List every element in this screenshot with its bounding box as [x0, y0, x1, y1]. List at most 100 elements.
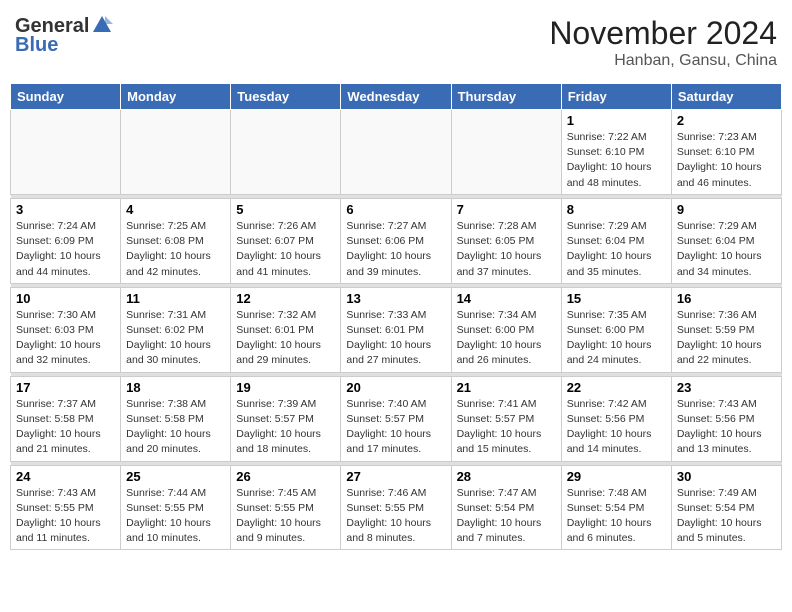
day-number: 19: [236, 380, 335, 395]
calendar-table: SundayMondayTuesdayWednesdayThursdayFrid…: [10, 83, 782, 550]
day-cell-4: 4Sunrise: 7:25 AM Sunset: 6:08 PM Daylig…: [121, 198, 231, 283]
day-cell-11: 11Sunrise: 7:31 AM Sunset: 6:02 PM Dayli…: [121, 287, 231, 372]
day-number: 28: [457, 469, 556, 484]
day-number: 13: [346, 291, 445, 306]
day-number: 1: [567, 113, 666, 128]
empty-cell: [121, 110, 231, 195]
day-number: 6: [346, 202, 445, 217]
logo-icon: [91, 14, 113, 36]
day-cell-12: 12Sunrise: 7:32 AM Sunset: 6:01 PM Dayli…: [231, 287, 341, 372]
day-info: Sunrise: 7:44 AM Sunset: 5:55 PM Dayligh…: [126, 486, 225, 547]
day-info: Sunrise: 7:28 AM Sunset: 6:05 PM Dayligh…: [457, 219, 556, 280]
day-info: Sunrise: 7:40 AM Sunset: 5:57 PM Dayligh…: [346, 397, 445, 458]
week-row-2: 3 Sunrise: 7:24 AM Sunset: 6:09 PM Daylig…: [11, 198, 782, 283]
day-info: Sunrise: 7:49 AM Sunset: 5:54 PM Dayligh…: [677, 486, 776, 547]
day-info: Sunrise: 7:22 AM Sunset: 6:10 PM Dayligh…: [567, 130, 666, 191]
day-number: 21: [457, 380, 556, 395]
day-info: Sunrise: 7:39 AM Sunset: 5:57 PM Dayligh…: [236, 397, 335, 458]
weekday-header-tuesday: Tuesday: [231, 84, 341, 110]
day-number: 22: [567, 380, 666, 395]
day-info: Sunrise: 7:43 AM Sunset: 5:55 PM Dayligh…: [16, 486, 115, 547]
day-number: 2: [677, 113, 776, 128]
day-cell-28: 28 Sunrise: 7:47 AM Sunset: 5:54 PM Dayli…: [451, 465, 561, 550]
day-cell-21: 21 Sunrise: 7:41 AM Sunset: 5:57 PM Dayli…: [451, 376, 561, 461]
day-info: Sunrise: 7:45 AM Sunset: 5:55 PM Dayligh…: [236, 486, 335, 547]
day-info: Sunrise: 7:35 AM Sunset: 6:00 PM Dayligh…: [567, 308, 666, 369]
weekday-header-sunday: Sunday: [11, 84, 121, 110]
logo: General Blue: [15, 15, 113, 57]
day-info: Sunrise: 7:30 AM Sunset: 6:03 PM Dayligh…: [16, 308, 115, 369]
day-info: Sunrise: 7:48 AM Sunset: 5:54 PM Dayligh…: [567, 486, 666, 547]
day-info: Sunrise: 7:34 AM Sunset: 6:00 PM Dayligh…: [457, 308, 556, 369]
day-number: 14: [457, 291, 556, 306]
day-info: Sunrise: 7:46 AM Sunset: 5:55 PM Dayligh…: [346, 486, 445, 547]
day-number: 24: [16, 469, 115, 484]
day-number: 5: [236, 202, 335, 217]
day-info: Sunrise: 7:32 AM Sunset: 6:01 PM Dayligh…: [236, 308, 335, 369]
day-cell-2: 2 Sunrise: 7:23 AM Sunset: 6:10 PM Daylig…: [671, 110, 781, 195]
empty-cell: [341, 110, 451, 195]
logo-blue-text: Blue: [15, 34, 58, 57]
day-cell-23: 23 Sunrise: 7:43 AM Sunset: 5:56 PM Dayli…: [671, 376, 781, 461]
day-number: 26: [236, 469, 335, 484]
weekday-header-row: SundayMondayTuesdayWednesdayThursdayFrid…: [11, 84, 782, 110]
day-cell-18: 18 Sunrise: 7:38 AM Sunset: 5:58 PM Dayli…: [121, 376, 231, 461]
day-info: Sunrise: 7:31 AM Sunset: 6:02 PM Dayligh…: [126, 308, 225, 369]
weekday-header-friday: Friday: [561, 84, 671, 110]
day-cell-26: 26 Sunrise: 7:45 AM Sunset: 5:55 PM Dayli…: [231, 465, 341, 550]
day-info: Sunrise: 7:47 AM Sunset: 5:54 PM Dayligh…: [457, 486, 556, 547]
week-row-5: 24 Sunrise: 7:43 AM Sunset: 5:55 PM Dayli…: [11, 465, 782, 550]
day-cell-15: 15 Sunrise: 7:35 AM Sunset: 6:00 PM Dayli…: [561, 287, 671, 372]
empty-cell: [231, 110, 341, 195]
day-info: Sunrise: 7:25 AM Sunset: 6:08 PM Dayligh…: [126, 219, 225, 280]
day-info: Sunrise: 7:42 AM Sunset: 5:56 PM Dayligh…: [567, 397, 666, 458]
day-number: 8: [567, 202, 666, 217]
day-cell-6: 6 Sunrise: 7:27 AM Sunset: 6:06 PM Daylig…: [341, 198, 451, 283]
weekday-header-thursday: Thursday: [451, 84, 561, 110]
day-info: Sunrise: 7:24 AM Sunset: 6:09 PM Dayligh…: [16, 219, 115, 280]
day-number: 30: [677, 469, 776, 484]
day-cell-17: 17Sunrise: 7:37 AM Sunset: 5:58 PM Dayli…: [11, 376, 121, 461]
day-cell-20: 20Sunrise: 7:40 AM Sunset: 5:57 PM Dayli…: [341, 376, 451, 461]
day-cell-16: 16Sunrise: 7:36 AM Sunset: 5:59 PM Dayli…: [671, 287, 781, 372]
week-row-4: 17Sunrise: 7:37 AM Sunset: 5:58 PM Dayli…: [11, 376, 782, 461]
week-row-3: 10 Sunrise: 7:30 AM Sunset: 6:03 PM Dayli…: [11, 287, 782, 372]
day-info: Sunrise: 7:27 AM Sunset: 6:06 PM Dayligh…: [346, 219, 445, 280]
day-number: 9: [677, 202, 776, 217]
day-cell-5: 5 Sunrise: 7:26 AM Sunset: 6:07 PM Daylig…: [231, 198, 341, 283]
day-info: Sunrise: 7:38 AM Sunset: 5:58 PM Dayligh…: [126, 397, 225, 458]
month-title: November 2024: [549, 15, 777, 52]
day-cell-1: 1 Sunrise: 7:22 AM Sunset: 6:10 PM Daylig…: [561, 110, 671, 195]
week-row-1: 1 Sunrise: 7:22 AM Sunset: 6:10 PM Daylig…: [11, 110, 782, 195]
day-cell-13: 13 Sunrise: 7:33 AM Sunset: 6:01 PM Dayli…: [341, 287, 451, 372]
day-cell-9: 9 Sunrise: 7:29 AM Sunset: 6:04 PM Daylig…: [671, 198, 781, 283]
day-cell-3: 3 Sunrise: 7:24 AM Sunset: 6:09 PM Daylig…: [11, 198, 121, 283]
location-title: Hanban, Gansu, China: [549, 52, 777, 70]
day-cell-19: 19 Sunrise: 7:39 AM Sunset: 5:57 PM Dayli…: [231, 376, 341, 461]
day-number: 16: [677, 291, 776, 306]
day-cell-10: 10 Sunrise: 7:30 AM Sunset: 6:03 PM Dayli…: [11, 287, 121, 372]
day-cell-8: 8 Sunrise: 7:29 AM Sunset: 6:04 PM Daylig…: [561, 198, 671, 283]
day-info: Sunrise: 7:41 AM Sunset: 5:57 PM Dayligh…: [457, 397, 556, 458]
day-cell-24: 24 Sunrise: 7:43 AM Sunset: 5:55 PM Dayli…: [11, 465, 121, 550]
day-cell-29: 29Sunrise: 7:48 AM Sunset: 5:54 PM Dayli…: [561, 465, 671, 550]
day-number: 7: [457, 202, 556, 217]
day-info: Sunrise: 7:37 AM Sunset: 5:58 PM Dayligh…: [16, 397, 115, 458]
day-info: Sunrise: 7:26 AM Sunset: 6:07 PM Dayligh…: [236, 219, 335, 280]
page-header: General Blue November 2024 Hanban, Gansu…: [10, 10, 782, 75]
day-number: 18: [126, 380, 225, 395]
day-info: Sunrise: 7:29 AM Sunset: 6:04 PM Dayligh…: [677, 219, 776, 280]
day-number: 27: [346, 469, 445, 484]
day-number: 25: [126, 469, 225, 484]
day-number: 10: [16, 291, 115, 306]
day-info: Sunrise: 7:33 AM Sunset: 6:01 PM Dayligh…: [346, 308, 445, 369]
day-info: Sunrise: 7:29 AM Sunset: 6:04 PM Dayligh…: [567, 219, 666, 280]
weekday-header-saturday: Saturday: [671, 84, 781, 110]
weekday-header-wednesday: Wednesday: [341, 84, 451, 110]
day-info: Sunrise: 7:43 AM Sunset: 5:56 PM Dayligh…: [677, 397, 776, 458]
day-number: 15: [567, 291, 666, 306]
day-number: 3: [16, 202, 115, 217]
day-info: Sunrise: 7:23 AM Sunset: 6:10 PM Dayligh…: [677, 130, 776, 191]
day-cell-7: 7 Sunrise: 7:28 AM Sunset: 6:05 PM Daylig…: [451, 198, 561, 283]
day-number: 23: [677, 380, 776, 395]
